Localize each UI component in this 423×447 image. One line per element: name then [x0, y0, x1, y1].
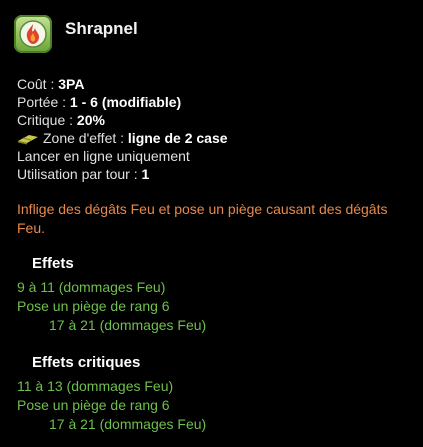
line-only-row: Lancer en ligne uniquement — [17, 147, 228, 165]
range-value: 1 - 6 (modifiable) — [69, 94, 182, 110]
critical-label: Critique : — [17, 112, 74, 128]
uses-value: 1 — [141, 166, 150, 182]
effect-line: 17 à 21 (dommages Feu) — [49, 317, 207, 333]
cost-row: Coût : 3PA — [17, 75, 228, 93]
critical-effects-title: Effets critiques — [32, 354, 141, 371]
critical-value: 20% — [76, 112, 105, 128]
uses-row: Utilisation par tour : 1 — [17, 165, 228, 183]
cost-label: Coût : — [17, 76, 55, 92]
spell-description: Inflige des dégâts Feu et pose un piège … — [17, 201, 388, 236]
spell-stats: Coût : 3PA Portée : 1 - 6 (modifiable) C… — [17, 75, 228, 183]
effects-list: 9 à 11 (dommages Feu) Pose un piège de r… — [17, 278, 206, 335]
range-label: Portée : — [17, 94, 67, 110]
flame-icon — [14, 15, 52, 53]
zone-label: Zone d'effet : — [43, 130, 125, 146]
zone-row: Zone d'effet : ligne de 2 case — [17, 129, 228, 147]
uses-label: Utilisation par tour : — [17, 166, 138, 182]
critical-row: Critique : 20% — [17, 111, 228, 129]
effect-line: Pose un piège de rang 6 — [17, 298, 170, 314]
critical-effect-line: 17 à 21 (dommages Feu) — [49, 416, 207, 432]
critical-effects-list: 11 à 13 (dommages Feu) Pose un piège de … — [17, 377, 206, 434]
line-only-text: Lancer en ligne uniquement — [17, 148, 190, 164]
effect-line: 9 à 11 (dommages Feu) — [17, 279, 166, 295]
critical-effect-line: 11 à 13 (dommages Feu) — [17, 378, 174, 394]
spell-title: Shrapnel — [65, 19, 138, 38]
cost-value: 3PA — [58, 76, 85, 92]
zone-value: ligne de 2 case — [127, 130, 228, 146]
range-row: Portée : 1 - 6 (modifiable) — [17, 93, 228, 111]
effects-title: Effets — [32, 255, 74, 272]
spell-header: Shrapnel — [14, 14, 138, 54]
critical-effect-line: Pose un piège de rang 6 — [17, 397, 170, 413]
